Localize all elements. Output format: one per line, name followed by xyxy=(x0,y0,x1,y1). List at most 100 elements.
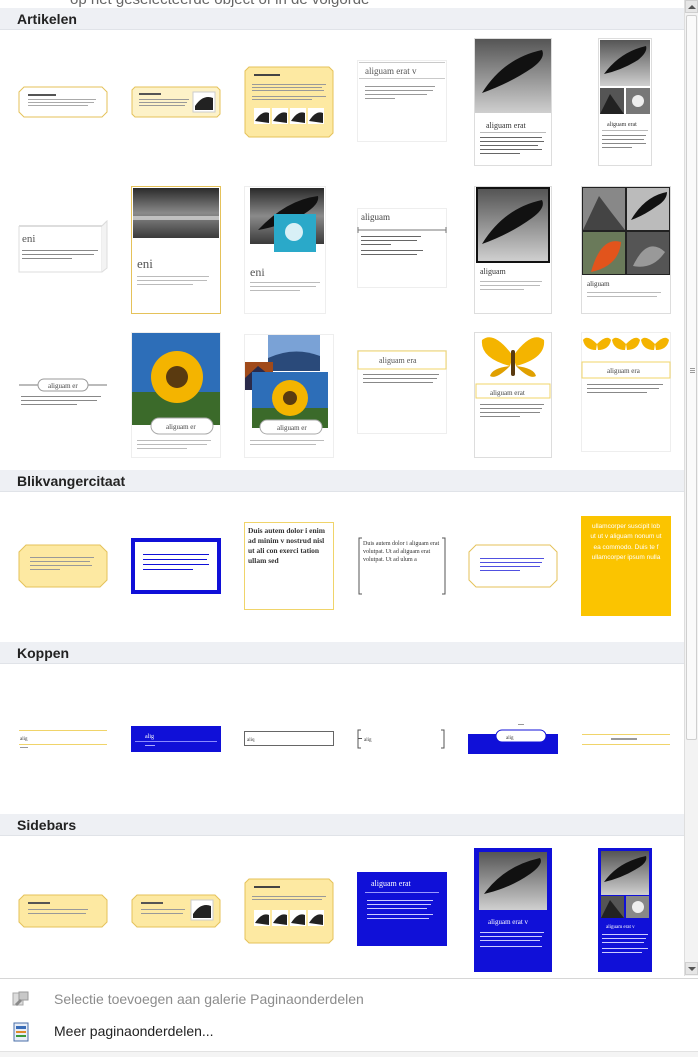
thumb-preview xyxy=(582,734,670,745)
thumb-preview xyxy=(131,86,221,118)
gallery-item[interactable]: eni xyxy=(131,186,221,314)
thumb-title: eni xyxy=(250,265,265,279)
thumb-title: aliguam er xyxy=(48,382,78,390)
gallery-item[interactable]: aliguam erat xyxy=(474,332,552,458)
clipped-description-text: op het geselecteerde object of in de vol… xyxy=(70,0,369,8)
save-selection-to-gallery-icon xyxy=(11,990,31,1010)
scrollbar-thumb[interactable] xyxy=(686,15,697,740)
gallery-item[interactable] xyxy=(18,544,108,588)
thumb-title: aliguam era xyxy=(607,367,641,375)
thumb-title: aliguam erat v xyxy=(606,925,635,930)
gallery-item[interactable]: Duis autem dolor i aliguam erat volutpat… xyxy=(357,536,447,596)
gallery-item[interactable]: aliq xyxy=(244,730,334,748)
menu-item-more-building-blocks[interactable]: Meer paginaonderdelen... xyxy=(0,1017,698,1047)
gallery-item[interactable] xyxy=(131,894,221,928)
thumb-preview: Duis autem dolor i aliguam erat volutpat… xyxy=(358,537,446,595)
menu-item-add-selection[interactable]: Selectie toevoegen aan galerie Paginaond… xyxy=(0,985,698,1015)
thumb-title: aliguam er xyxy=(166,423,196,431)
scroll-up-button[interactable] xyxy=(685,0,698,13)
gallery-item[interactable]: aliguam er xyxy=(18,370,108,412)
gallery-item[interactable]: aliguam erat xyxy=(474,38,552,166)
scroll-down-button[interactable] xyxy=(685,962,698,975)
gallery-item[interactable] xyxy=(581,730,671,748)
thumb-preview: aliq xyxy=(244,731,334,746)
thumb-title: aliguam erat v xyxy=(365,66,417,76)
gallery-item[interactable] xyxy=(131,538,221,594)
thumb-preview: alig xyxy=(357,729,445,749)
thumb-preview: aliguam xyxy=(474,186,552,314)
gallery-item[interactable]: aliguam era xyxy=(581,332,671,452)
gallery-item[interactable]: eni xyxy=(244,186,326,314)
thumb-preview: alig xyxy=(19,730,107,748)
section-title: Blikvangercitaat xyxy=(17,473,126,489)
thumb-quote: ullamcorper suscipit lob ut ut v aliguam… xyxy=(590,523,662,562)
gallery-item[interactable]: aliguam xyxy=(474,186,552,314)
thumb-title: aliguam xyxy=(587,280,610,288)
gallery-item[interactable]: aliguam erat v xyxy=(474,848,552,972)
thumb-quote: Duis autem dolor i aliguam erat volutpat… xyxy=(363,541,440,563)
thumb-preview: aliguam xyxy=(581,186,671,314)
gallery-item[interactable]: aliguam erat xyxy=(598,38,652,166)
thumb-title: aliguam xyxy=(480,267,507,276)
thumb-title: eni xyxy=(22,233,35,245)
menu-item-label: Meer paginaonderdelen... xyxy=(54,1023,214,1039)
thumb-preview: aliguam erat v xyxy=(357,60,447,142)
thumb-preview: aliguam erat v xyxy=(474,848,552,972)
menu-item-label: Selectie toevoegen aan galerie Paginaond… xyxy=(54,991,364,1007)
building-blocks-gallery-dropdown: op het geselecteerde object of in de vol… xyxy=(0,0,698,1057)
section-header-blikvangercitaat: Blikvangercitaat xyxy=(0,470,684,492)
thumb-preview xyxy=(131,538,221,594)
chevron-down-icon xyxy=(688,967,696,971)
gallery-item[interactable] xyxy=(18,86,108,118)
thumb-title: alig xyxy=(20,737,28,742)
gallery-item[interactable]: eni xyxy=(18,219,108,276)
thumb-title: aliq xyxy=(247,738,255,743)
thumb-preview: alig xyxy=(468,724,558,754)
thumb-title: aliguam erat xyxy=(371,879,412,888)
thumb-preview: aliguam erat xyxy=(598,38,652,166)
thumb-preview xyxy=(244,878,334,944)
vertical-scrollbar[interactable] xyxy=(684,0,698,976)
thumb-title: aliguam erat xyxy=(490,389,525,397)
section-title: Artikelen xyxy=(17,11,77,27)
gallery-item[interactable]: aliguam era xyxy=(357,350,447,434)
gallery-item[interactable] xyxy=(18,894,108,928)
chevron-up-icon xyxy=(688,5,696,9)
thumb-title: aliguam era xyxy=(379,356,417,365)
thumb-preview: eni xyxy=(18,219,108,273)
building-blocks-organizer-icon xyxy=(11,1022,31,1042)
gallery-item[interactable]: Duis autem dolor i enim ad minim v nostr… xyxy=(244,522,334,610)
section-header-koppen: Koppen xyxy=(0,642,684,664)
gallery-item[interactable]: alig xyxy=(468,724,558,754)
gallery-item[interactable]: ullamcorper suscipit lob ut ut v aliguam… xyxy=(581,516,671,616)
thumb-preview: aliguam erat v xyxy=(598,848,652,972)
section-title: Sidebars xyxy=(17,817,77,833)
thumb-preview: eni xyxy=(244,186,326,314)
gallery-item[interactable]: aliguam xyxy=(357,208,447,288)
thumb-title: aliguam erat xyxy=(486,121,527,130)
gallery-item[interactable]: aliguam er xyxy=(131,332,221,458)
thumb-title: alig xyxy=(506,736,514,741)
thumb-preview: aliguam xyxy=(357,208,447,288)
thumb-quote: Duis autem dolor i enim ad minim v nostr… xyxy=(248,526,325,565)
gallery-item[interactable]: aliguam erat v xyxy=(598,848,652,972)
section-header-artikelen: Artikelen xyxy=(0,8,684,30)
gallery-item[interactable]: aliguam er xyxy=(244,334,334,458)
thumb-preview: aliguam er xyxy=(131,332,221,458)
gallery-item[interactable]: aliguam xyxy=(581,186,671,314)
gallery-item[interactable]: alig xyxy=(131,726,221,752)
section-header-sidebars: Sidebars xyxy=(0,814,684,836)
gallery-menu: Selectie toevoegen aan galerie Paginaond… xyxy=(0,978,698,1057)
thumb-preview xyxy=(468,544,558,588)
gallery-item[interactable]: aliguam erat xyxy=(357,872,447,946)
gallery-item[interactable] xyxy=(244,66,334,138)
gallery-item[interactable]: alig xyxy=(357,728,447,750)
gallery-scroll-area[interactable]: op het geselecteerde object of in de vol… xyxy=(0,0,684,978)
gallery-item[interactable]: aliguam erat v xyxy=(357,60,447,142)
gallery-item[interactable] xyxy=(131,86,221,118)
thumb-preview: aliguam era xyxy=(581,332,671,452)
thumb-preview xyxy=(131,894,221,928)
gallery-item[interactable]: alig xyxy=(18,728,108,750)
gallery-item[interactable] xyxy=(468,544,558,588)
gallery-item[interactable] xyxy=(244,878,334,944)
